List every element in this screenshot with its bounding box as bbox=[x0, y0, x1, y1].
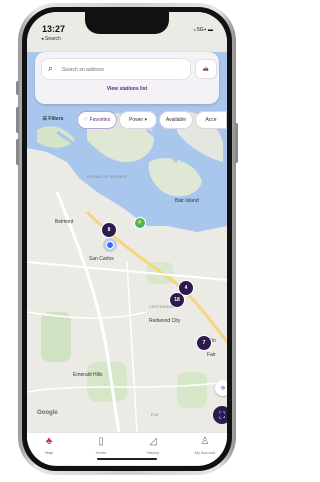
silent-switch bbox=[16, 81, 19, 95]
status-indicators: ⋅ᵢₗ 5G+ ▬ bbox=[192, 27, 213, 33]
notch bbox=[85, 12, 169, 34]
tab-home-label: Home bbox=[95, 450, 107, 455]
locate-me-button[interactable]: ⌖ bbox=[215, 380, 227, 396]
screen: 13:27 ◂ Search ⋅ᵢₗ 5G+ ▬ ⌕ 🚗 View statio… bbox=[27, 12, 227, 466]
chart-icon: ◿ bbox=[149, 436, 157, 447]
qr-scan-button[interactable]: ⛶ bbox=[213, 406, 227, 424]
scan-icon: ⛶ bbox=[218, 410, 226, 420]
volume-down-button bbox=[16, 139, 19, 165]
tab-map-label: Map bbox=[45, 450, 53, 455]
power-button bbox=[235, 123, 238, 163]
search-icon: ⌕ bbox=[48, 63, 54, 73]
tab-my-account-label: My Account bbox=[194, 450, 216, 455]
map-label-bair-island: Bair Island bbox=[175, 198, 199, 204]
chip-available[interactable]: Available bbox=[159, 111, 193, 129]
google-logo: Google bbox=[37, 410, 58, 416]
chip-favorites[interactable]: ♡ Favorites bbox=[77, 111, 117, 129]
back-to-search-link[interactable]: ◂ Search bbox=[41, 36, 61, 42]
tab-history-label: History bbox=[146, 450, 160, 455]
phone-frame: 13:27 ◂ Search ⋅ᵢₗ 5G+ ▬ ⌕ 🚗 View statio… bbox=[16, 3, 238, 475]
charger-icon: ▯ bbox=[98, 436, 104, 447]
home-indicator bbox=[97, 458, 157, 460]
phone-bezel: 13:27 ◂ Search ⋅ᵢₗ 5G+ ▬ ⌕ 🚗 View statio… bbox=[22, 7, 232, 471]
station-cluster-marker[interactable]: 18 bbox=[169, 292, 185, 308]
filter-chips: ☰ Filters ♡ Favorites Power ▾ Available … bbox=[33, 111, 227, 129]
status-time: 13:27 bbox=[42, 24, 66, 34]
filters-label: Filters bbox=[48, 116, 64, 122]
search-card: ⌕ 🚗 View stations list bbox=[35, 52, 219, 104]
map-label-emerald-hills: Emerald Hills bbox=[73, 372, 103, 378]
chip-accessible[interactable]: Acce bbox=[195, 111, 227, 129]
map-pin-icon: ♣ bbox=[45, 436, 53, 447]
map-label-ple: PLE bbox=[151, 412, 159, 417]
tab-my-account[interactable]: ♙ My Account bbox=[187, 436, 223, 455]
vehicle-button[interactable]: 🚗 bbox=[195, 59, 217, 79]
search-input[interactable] bbox=[60, 62, 189, 77]
bottom-tab-bar: ♣ Map ▯ Home ◿ History ♙ My Account bbox=[27, 432, 227, 465]
view-stations-list-link[interactable]: View stations list bbox=[35, 86, 219, 92]
volume-up-button bbox=[16, 107, 19, 133]
current-location-dot bbox=[106, 241, 114, 249]
station-cluster-marker[interactable]: 7 bbox=[196, 335, 212, 351]
map-label-belmont: Belmont bbox=[55, 219, 74, 225]
status-bar: 13:27 ◂ Search ⋅ᵢₗ 5G+ ▬ bbox=[27, 12, 227, 46]
station-cluster-marker[interactable]: 8 bbox=[101, 222, 117, 238]
search-box[interactable]: ⌕ bbox=[41, 58, 191, 80]
user-icon: ♙ bbox=[200, 436, 210, 447]
filters-button[interactable]: ☰ Filters bbox=[33, 111, 73, 127]
tab-map[interactable]: ♣ Map bbox=[31, 436, 67, 455]
tab-home[interactable]: ▯ Home bbox=[83, 436, 119, 455]
map-label-redwood-shores: REDWOOD SHORES bbox=[87, 174, 127, 179]
chip-power[interactable]: Power ▾ bbox=[119, 111, 157, 129]
map-label-fair: Fair bbox=[207, 352, 216, 358]
map-label-redwood-city: Redwood City bbox=[149, 318, 181, 324]
map-label-san-carlos: San Carlos bbox=[89, 256, 114, 262]
charging-station-marker[interactable]: ⚡ bbox=[134, 217, 146, 229]
tab-history[interactable]: ◿ History bbox=[135, 436, 171, 455]
crosshair-icon: ⌖ bbox=[220, 383, 226, 393]
